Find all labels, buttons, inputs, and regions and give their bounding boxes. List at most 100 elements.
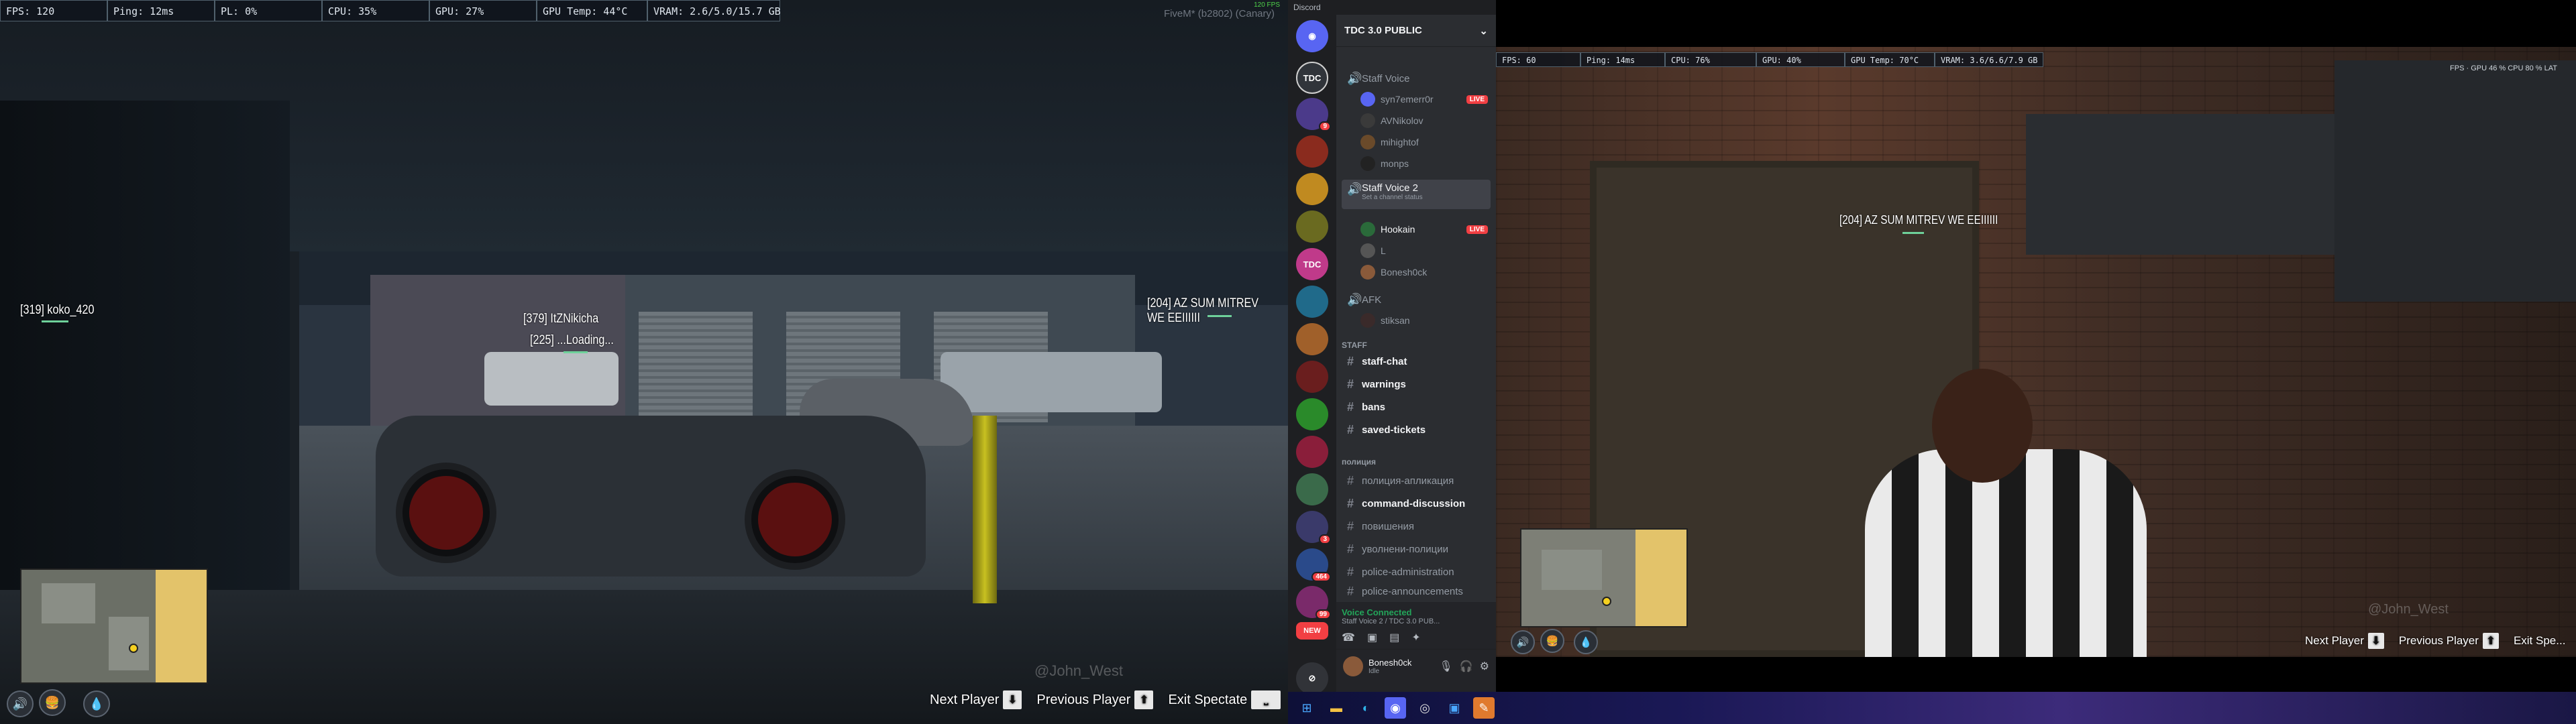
voice-user[interactable]: mihightof [1360, 133, 1488, 152]
discord-icon[interactable]: ◉ [1385, 697, 1406, 719]
server-name: TDC 3.0 PUBLIC [1344, 25, 1422, 36]
next-player-label: Next Player [2305, 634, 2364, 647]
player-character [1784, 369, 2200, 657]
player-nametag: [204] AZ SUM MITREV WE EEIIIIII [1147, 296, 1259, 325]
previous-player-button[interactable]: Previous Player ⬆ [2395, 630, 2503, 652]
voice-user[interactable]: Hookain LIVE [1360, 220, 1488, 239]
voice-user[interactable]: Bonesh0ck [1360, 263, 1488, 282]
channel-police-administration[interactable]: # police-administration [1342, 562, 1491, 582]
store-icon[interactable]: ▣ [1444, 697, 1465, 719]
voice-icon: 🔊 [7, 690, 34, 717]
file-explorer-icon[interactable]: ▬ [1326, 697, 1347, 719]
channel-staff-chat[interactable]: # staff-chat [1342, 351, 1491, 371]
voice-channel-afk[interactable]: 🔊 AFK [1342, 290, 1491, 310]
perf-pl: PL: 0% [215, 0, 322, 21]
voice-location[interactable]: Staff Voice 2 / TDC 3.0 PUB... [1342, 617, 1491, 625]
new-servers-badge[interactable]: NEW [1296, 622, 1328, 640]
previous-player-button[interactable]: Previous Player ⬆ [1032, 688, 1157, 712]
next-player-button[interactable]: Next Player ⬇ [926, 688, 1026, 712]
app-icon[interactable]: ✎ [1473, 697, 1495, 719]
server-icon[interactable]: 3 [1296, 511, 1331, 544]
perf-overlay: FPS: 60 Ping: 14ms CPU: 76% GPU: 40% GPU… [1496, 52, 2043, 67]
gear-icon[interactable]: ⚙ [1480, 660, 1489, 673]
hunger-icon: 🍔 [39, 689, 66, 716]
avatar[interactable] [1343, 656, 1363, 676]
perf-gpu: GPU: 40% [1756, 52, 1845, 67]
fivem-build-label: FiveM* (b2802) (Canary) [1163, 8, 1275, 19]
voice-channel-staff-voice[interactable]: 🔊 Staff Voice [1342, 68, 1491, 88]
server-icon[interactable]: 464 [1296, 548, 1331, 582]
watermark: @John_West [1034, 662, 1123, 679]
server-icon[interactable]: TDC [1296, 248, 1328, 280]
perf-vram: VRAM: 2.6/5.0/15.7 GB [647, 0, 781, 21]
channel-police-dismissals[interactable]: # уволнени-полиции [1342, 539, 1491, 559]
voice-icon: 🔊 [1511, 630, 1535, 654]
user-status: Idle [1368, 668, 1380, 675]
next-player-button[interactable]: Next Player ⬇ [2301, 630, 2388, 652]
speaker-icon: 🔊 [1347, 71, 1362, 85]
camera-icon[interactable]: ▣ [1367, 631, 1377, 644]
previous-player-label: Previous Player [1036, 692, 1131, 707]
voice-user[interactable]: syn7emerr0r LIVE [1360, 90, 1488, 109]
channel-police-announcements[interactable]: # police-announcements [1342, 585, 1491, 598]
server-header[interactable]: TDC 3.0 PUBLIC ⌄ [1336, 15, 1496, 47]
discord-home-icon[interactable]: ◉ [1296, 20, 1328, 52]
server-icon[interactable]: 99 [1296, 586, 1331, 619]
activities-icon[interactable]: ✦ [1411, 631, 1420, 644]
player-nametag: [319] koko_420 [20, 303, 95, 317]
voice-channel-staff-voice-2[interactable]: 🔊 Staff Voice 2 Set a channel status [1342, 180, 1491, 209]
microphone-icon[interactable]: 🎙 [1439, 660, 1452, 673]
perf-overlay: FPS: 120 Ping: 12ms PL: 0% CPU: 35% GPU:… [0, 0, 781, 21]
voice-user[interactable]: AVNikolov [1360, 111, 1488, 130]
live-badge: LIVE [1466, 95, 1488, 104]
windows-start-icon[interactable]: ⊞ [1296, 697, 1318, 719]
edge-browser-icon[interactable]: ◐ [1355, 697, 1377, 719]
voice-user[interactable]: L [1360, 241, 1488, 260]
server-icon[interactable] [1296, 361, 1328, 393]
server-icon[interactable] [1296, 323, 1328, 355]
server-icon[interactable] [1296, 436, 1328, 468]
screen-share-icon[interactable]: ▤ [1389, 631, 1399, 644]
exit-spectate-button[interactable]: Exit Spe... [2510, 631, 2569, 650]
perf-gpu: GPU: 27% [429, 0, 537, 21]
arrow-down-key-icon: ⬇ [1003, 690, 1022, 709]
category-police[interactable]: полиция [1342, 457, 1376, 467]
headphones-icon[interactable]: 🎧 [1460, 660, 1473, 673]
category-staff[interactable]: STAFF [1342, 341, 1367, 350]
arrow-up-key-icon: ⬆ [1134, 690, 1154, 709]
server-icon-tdc[interactable]: TDC [1296, 62, 1328, 94]
channel-saved-tickets[interactable]: # saved-tickets [1342, 420, 1491, 440]
yellow-bollard [973, 416, 997, 603]
channel-bans[interactable]: # bans [1342, 397, 1491, 417]
discover-icon[interactable]: ⊘ [1296, 662, 1328, 695]
server-icon[interactable] [1296, 286, 1328, 318]
chrome-icon[interactable]: ◎ [1414, 697, 1436, 719]
channel-warnings[interactable]: # warnings [1342, 374, 1491, 394]
perf-fps: FPS: 120 [0, 0, 107, 21]
speaker-icon: 🔊 [1347, 182, 1362, 196]
server-icon[interactable] [1296, 135, 1328, 168]
server-icon[interactable]: 9 [1296, 98, 1331, 131]
channel-promotions[interactable]: # повишения [1342, 516, 1491, 536]
channel-command-discussion[interactable]: # command-discussion [1342, 493, 1491, 514]
server-icon[interactable] [1296, 173, 1328, 205]
watermark: @John_West [2368, 602, 2449, 617]
voice-user[interactable]: stiksan [1360, 311, 1488, 330]
perf-gpu-temp: GPU Temp: 70°C [1845, 52, 1935, 67]
perf-ping: Ping: 14ms [1580, 52, 1665, 67]
voice-connected-status: Voice Connected [1342, 607, 1412, 617]
channel-police-application[interactable]: # полиция-апликация [1342, 471, 1491, 491]
channel-list: TDC 3.0 PUBLIC ⌄ 🔊 Staff Voice syn7emerr0r… [1336, 15, 1496, 724]
discord-titlebar: Discord [1288, 0, 1496, 15]
server-icon[interactable] [1296, 398, 1328, 430]
server-icon[interactable] [1296, 473, 1328, 505]
exit-spectate-button[interactable]: Exit Spectate ⎵ [1164, 688, 1285, 712]
perf-fps: FPS: 60 [1496, 52, 1580, 67]
voice-user[interactable]: monps [1360, 154, 1488, 173]
disconnect-icon[interactable]: ☎ [1342, 631, 1355, 644]
arrow-up-key-icon: ⬆ [2482, 633, 2499, 649]
server-icon[interactable] [1296, 210, 1328, 243]
discord-window: Discord ◉ TDC 9 TDC 3 464 99 NEW ⊘ TDC 3… [1288, 0, 1496, 724]
perf-gpu-temp: GPU Temp: 44°C [537, 0, 647, 21]
server-rail: ◉ TDC 9 TDC 3 464 99 NEW ⊘ [1288, 15, 1336, 724]
